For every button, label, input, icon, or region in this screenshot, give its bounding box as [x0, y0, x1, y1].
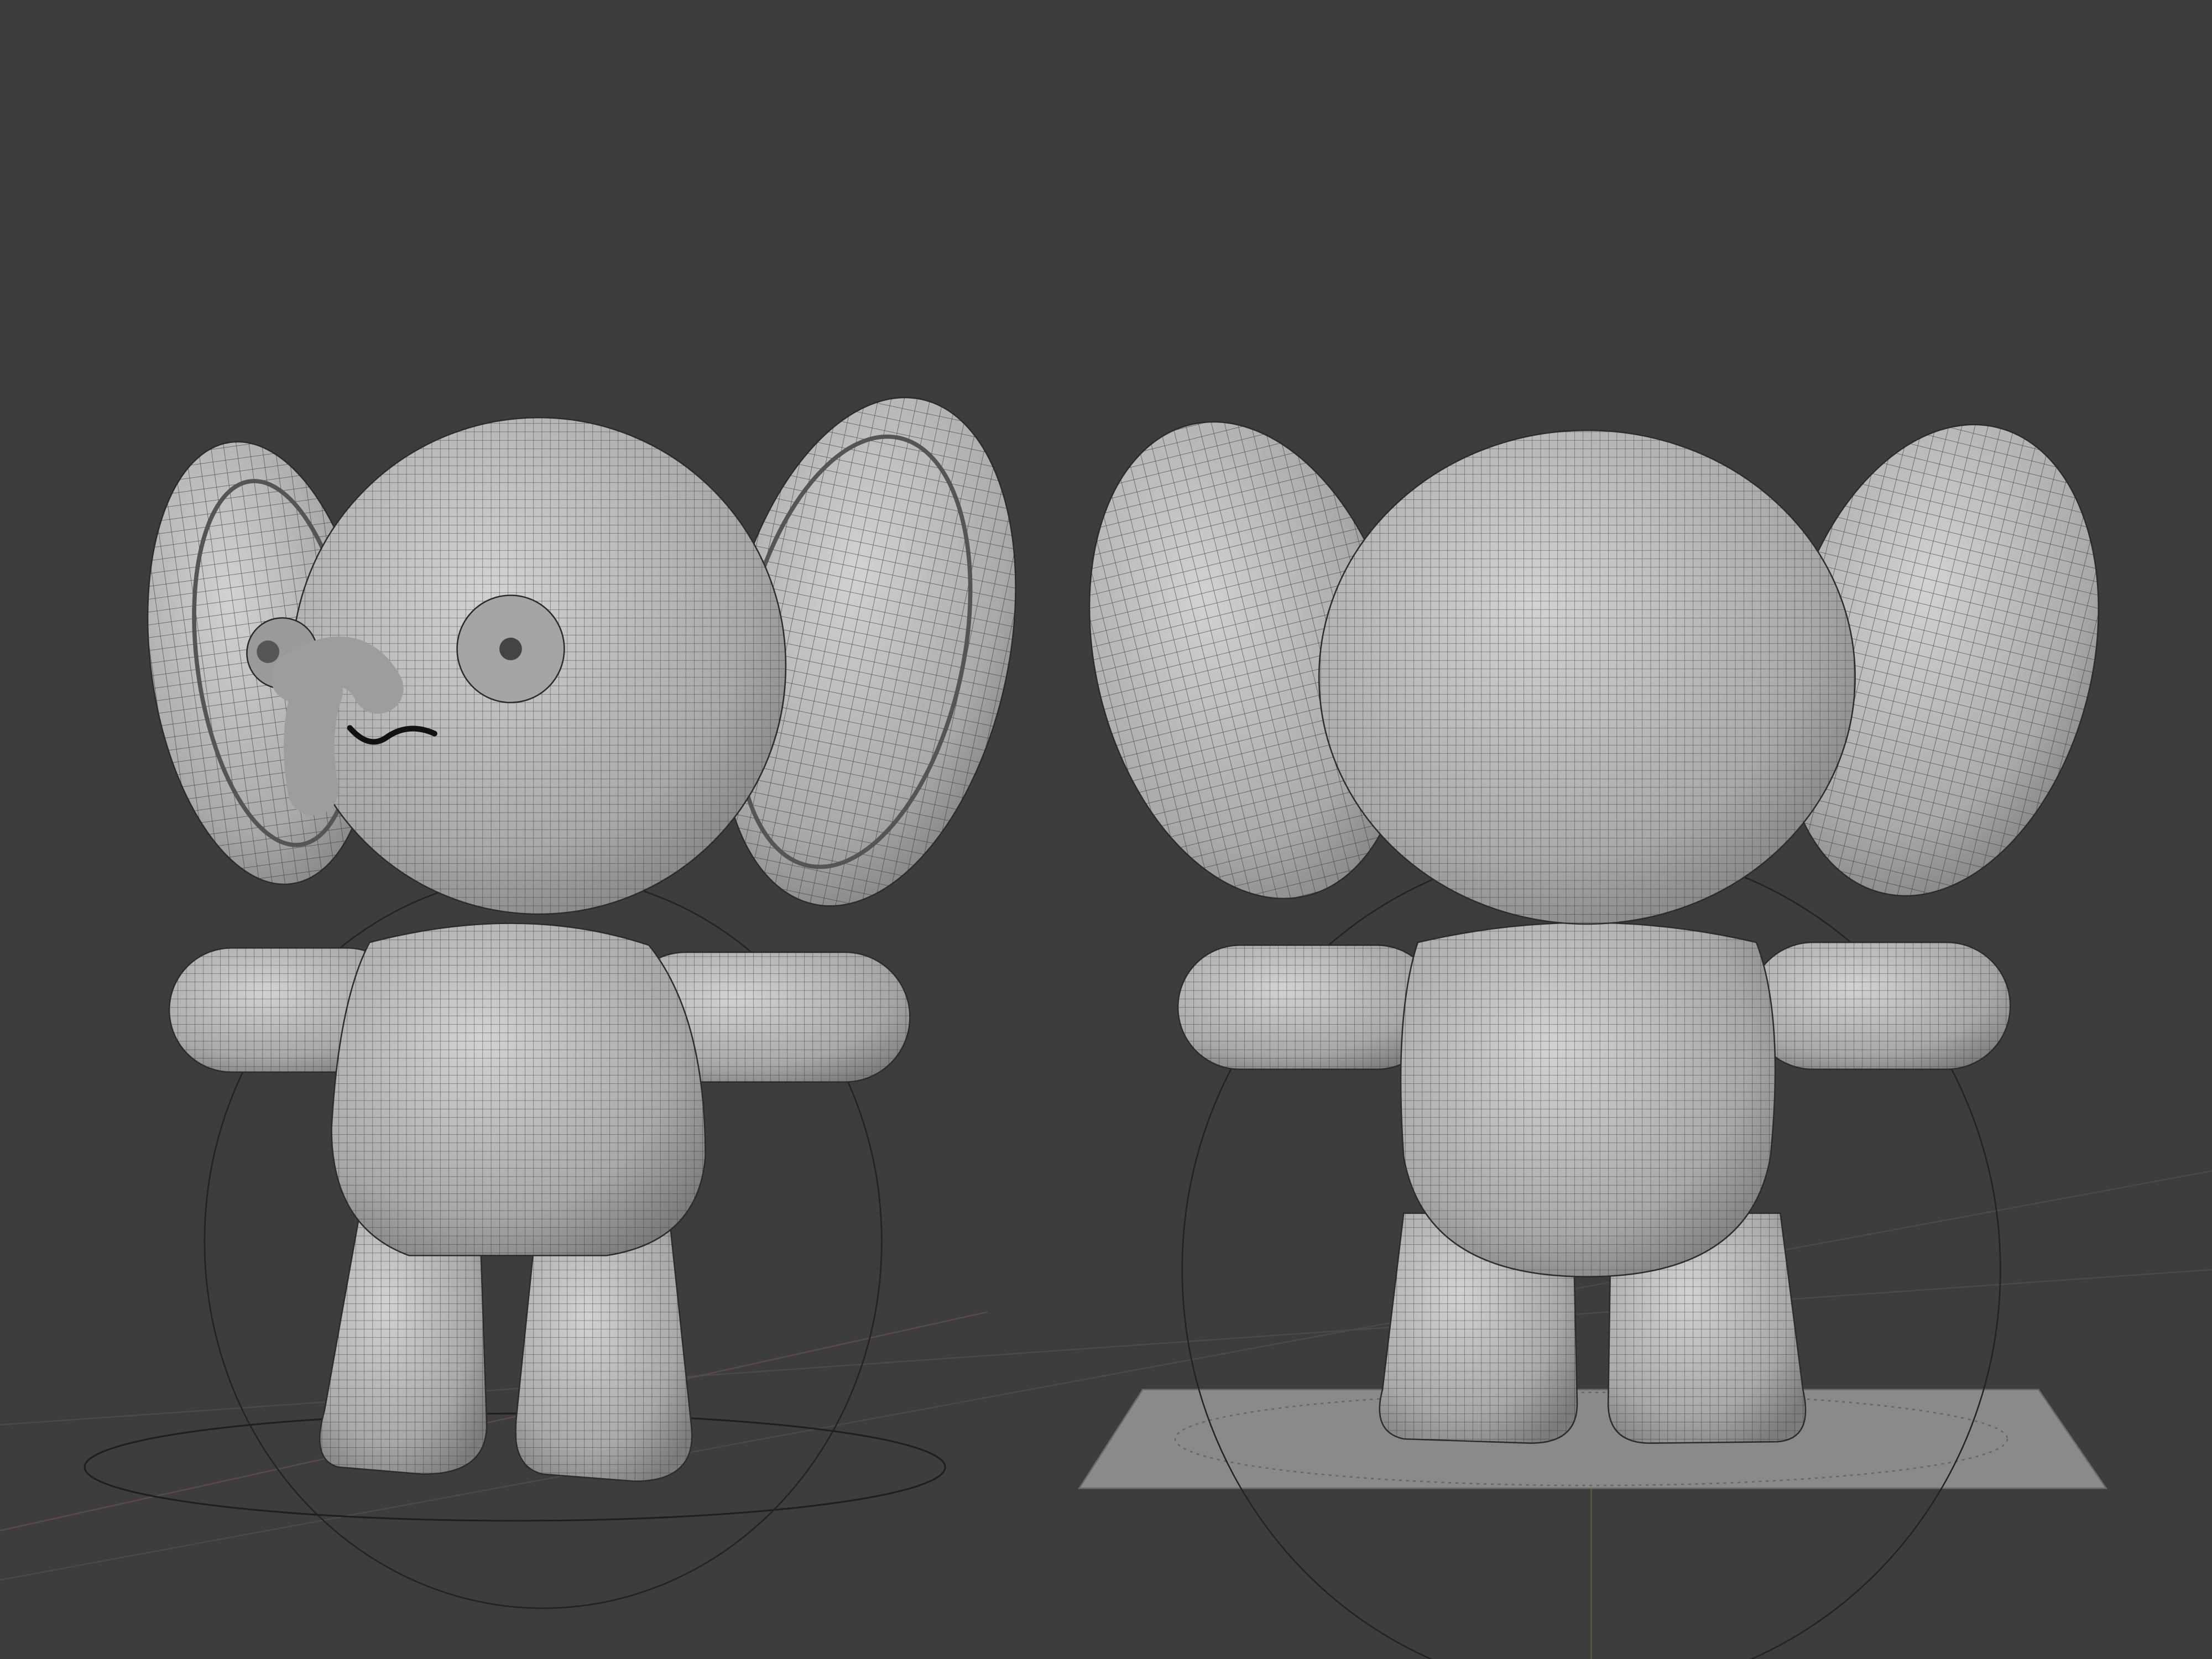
right-arm — [1748, 941, 2011, 1070]
body — [1400, 922, 1776, 1277]
right-leg — [514, 1224, 693, 1482]
3d-viewport[interactable] — [0, 0, 2212, 1659]
head — [1318, 429, 1856, 925]
left-arm — [1177, 944, 1440, 1070]
elephant-back-model[interactable] — [1042, 388, 2146, 1659]
body — [331, 922, 706, 1256]
right-eye — [456, 594, 565, 703]
